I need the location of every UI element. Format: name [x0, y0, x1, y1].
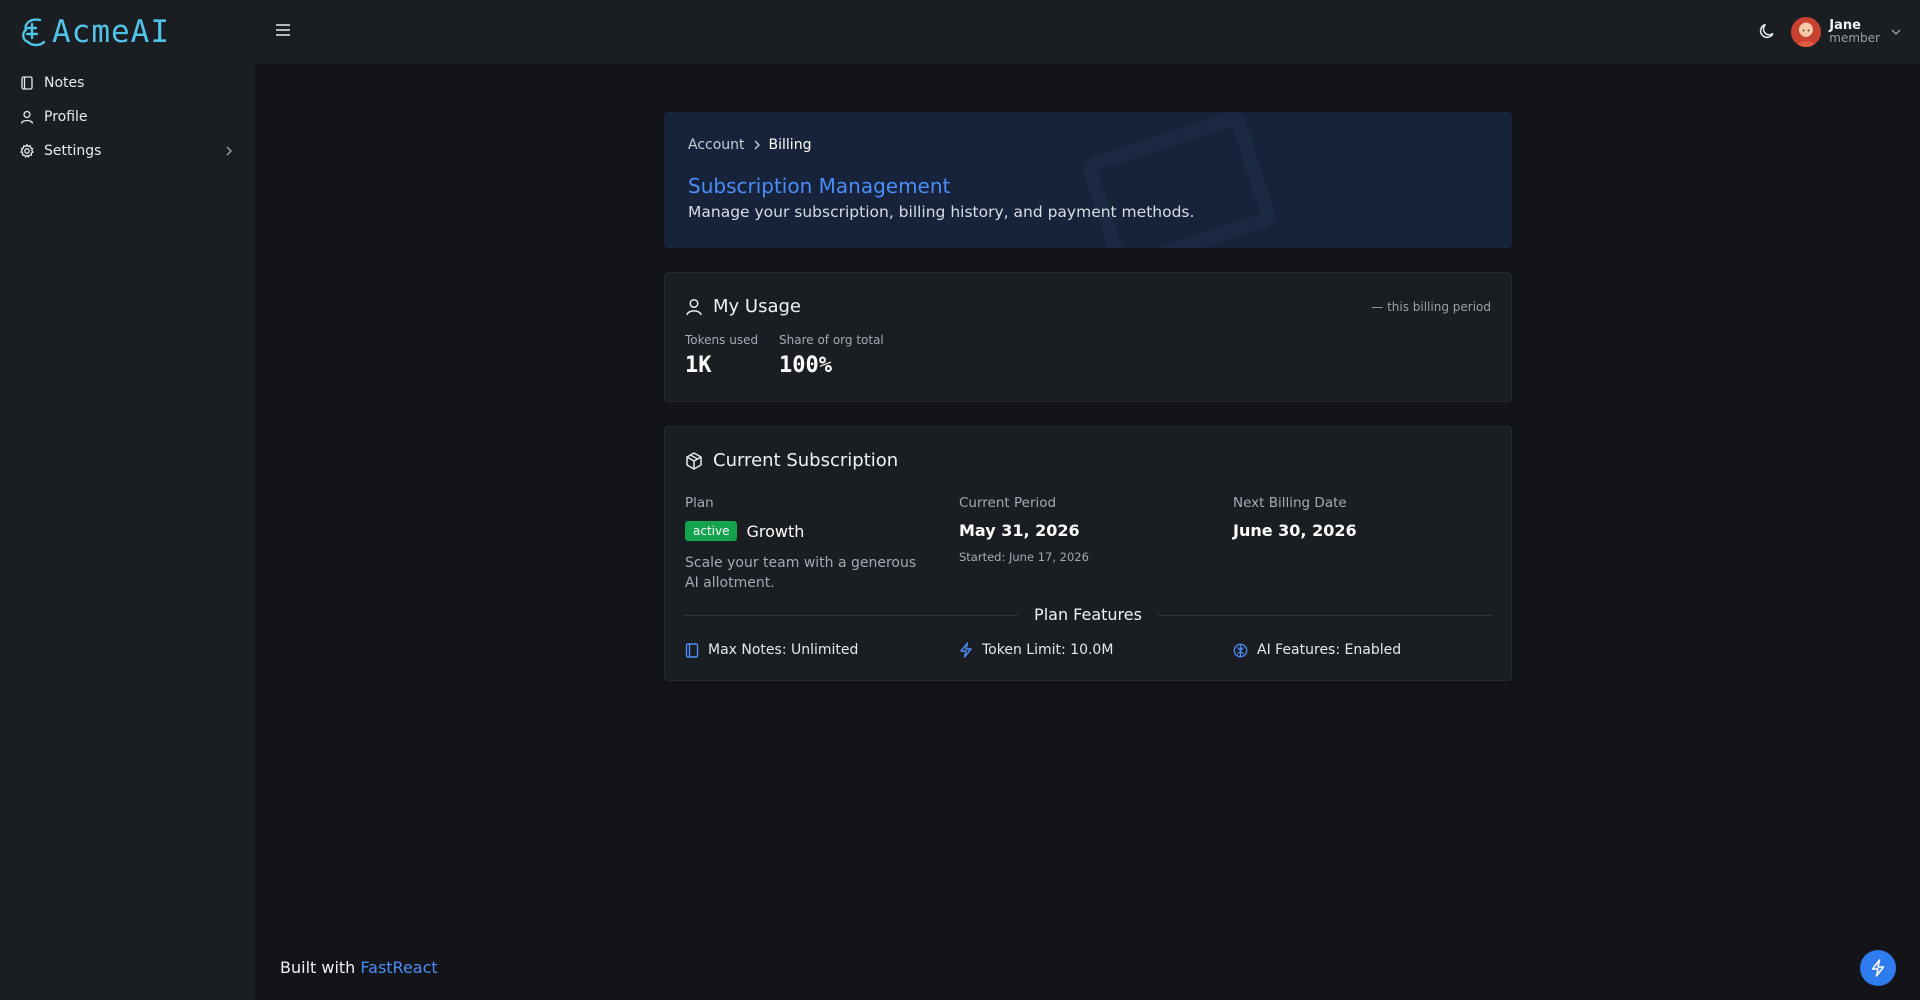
current-period-label: Current Period — [959, 495, 1057, 511]
sidebar: AcmeAI Notes Profile Settings — [0, 0, 255, 1000]
chevron-right-icon — [225, 145, 233, 161]
main-content: Account Billing Subscription Management … — [255, 64, 1920, 1000]
moon-icon — [1759, 23, 1774, 39]
footer-prefix: Built with — [280, 958, 356, 977]
quick-action-button[interactable] — [1860, 950, 1896, 986]
sidebar-item-notes[interactable]: Notes — [10, 66, 245, 100]
sidebar-item-label: Settings — [44, 143, 102, 159]
footer-credit: Built with FastReact — [280, 958, 438, 977]
usage-card-title: My Usage — [685, 296, 801, 317]
stat-label: Share of org total — [779, 333, 884, 347]
usage-title-text: My Usage — [713, 296, 801, 317]
user-icon — [20, 110, 34, 124]
stat-value: 1K — [685, 353, 712, 378]
breadcrumb-account-link[interactable]: Account — [688, 137, 745, 153]
my-usage-card: My Usage — this billing period Tokens us… — [664, 272, 1512, 402]
sidebar-item-label: Notes — [44, 75, 85, 91]
feature-token-limit: Token Limit: 10.0M — [959, 642, 1113, 658]
subscription-title-text: Current Subscription — [713, 450, 899, 471]
chevron-right-icon — [754, 140, 760, 150]
avatar — [1791, 17, 1822, 47]
hamburger-icon — [276, 24, 290, 36]
user-menu[interactable]: Jane member — [1791, 14, 1902, 50]
credit-card-watermark-icon — [1079, 112, 1279, 248]
next-billing-value: June 30, 2026 — [1233, 521, 1357, 540]
plan-label: Plan — [685, 495, 714, 511]
sidebar-item-profile[interactable]: Profile — [10, 100, 245, 134]
logo-text: AcmeAI — [52, 14, 170, 50]
current-period-value: May 31, 2026 — [959, 521, 1080, 540]
lightning-icon — [960, 642, 972, 658]
user-icon — [686, 298, 702, 315]
top-bar: Jane member — [255, 0, 1920, 64]
plan-name: Growth — [746, 521, 805, 541]
theme-toggle-button[interactable] — [1758, 22, 1776, 44]
gear-icon — [20, 144, 34, 158]
fastreact-link[interactable]: FastReact — [360, 958, 437, 977]
period-note: — this billing period — [1371, 300, 1491, 314]
feature-label: Max Notes: Unlimited — [708, 642, 859, 658]
org-share-stat: Share of org total 100% — [779, 333, 884, 378]
app-logo[interactable]: AcmeAI — [18, 14, 170, 50]
feature-label: AI Features: Enabled — [1257, 642, 1402, 658]
breadcrumb: Account Billing — [688, 137, 811, 153]
next-billing-column: Next Billing Date June 30, 2026 — [1233, 495, 1357, 540]
next-billing-label: Next Billing Date — [1233, 495, 1347, 511]
period-start-date: Started: June 17, 2026 — [959, 550, 1089, 564]
current-period-column: Current Period May 31, 2026 Started: Jun… — [959, 495, 1089, 564]
stat-label: Tokens used — [685, 333, 759, 347]
plan-description: Scale your team with a generous AI allot… — [685, 555, 917, 591]
status-badge: active — [685, 521, 738, 541]
page-title: Subscription Management — [688, 174, 951, 198]
feature-label: Token Limit: 10.0M — [982, 642, 1114, 658]
subscription-card-title: Current Subscription — [685, 450, 898, 471]
current-subscription-card: Current Subscription Plan active Growth … — [664, 426, 1512, 681]
plan-row: active Growth — [685, 521, 930, 541]
page-header-banner: Account Billing Subscription Management … — [664, 112, 1512, 248]
feature-ai: AI Features: Enabled — [1233, 642, 1401, 658]
sidebar-item-label: Profile — [44, 109, 88, 125]
notebook-icon — [20, 76, 34, 90]
user-info: Jane member — [1829, 19, 1880, 45]
brain-icon — [1233, 643, 1248, 657]
chevron-down-icon — [1891, 29, 1901, 35]
sidebar-nav: Notes Profile Settings — [10, 66, 245, 168]
user-role: member — [1829, 31, 1880, 45]
menu-toggle-button[interactable] — [275, 22, 291, 41]
sidebar-item-settings[interactable]: Settings — [10, 134, 245, 168]
notebook-icon — [685, 642, 699, 658]
stat-value: 100% — [779, 353, 832, 378]
logo-icon — [22, 18, 46, 47]
plan-column: Plan active Growth Scale your team with … — [685, 495, 930, 593]
tokens-used-stat: Tokens used 1K — [685, 333, 758, 378]
lightning-icon — [1871, 959, 1885, 977]
package-icon — [686, 451, 702, 470]
page-subtitle: Manage your subscription, billing histor… — [688, 203, 1195, 221]
breadcrumb-current: Billing — [768, 137, 812, 153]
plan-features-heading: Plan Features — [1018, 605, 1158, 624]
feature-max-notes: Max Notes: Unlimited — [685, 642, 858, 658]
